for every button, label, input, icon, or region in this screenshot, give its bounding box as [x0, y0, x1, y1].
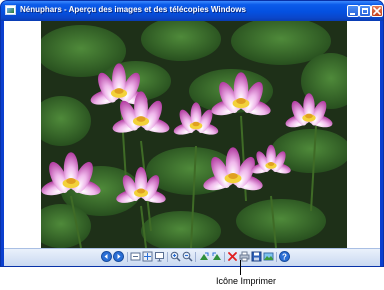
- app-icon: [5, 5, 16, 15]
- open-in-editor-button[interactable]: [263, 251, 274, 262]
- help-button[interactable]: ?: [279, 251, 290, 262]
- previous-image-button[interactable]: [101, 251, 112, 262]
- slideshow-button[interactable]: [154, 251, 165, 262]
- callout-line: [240, 260, 241, 275]
- next-image-button[interactable]: [113, 251, 124, 262]
- open-in-editor-icon: [263, 252, 274, 261]
- next-image-icon: [113, 251, 124, 262]
- toolbar-separator: [195, 252, 196, 262]
- best-fit-button[interactable]: [130, 251, 141, 262]
- close-icon: [373, 7, 381, 15]
- zoom-out-button[interactable]: [182, 251, 193, 262]
- actual-size-button[interactable]: [142, 251, 153, 262]
- minimize-button[interactable]: [347, 5, 359, 17]
- app-window: Nénuphars - Aperçu des images et des tél…: [0, 0, 384, 267]
- delete-icon: [228, 252, 237, 261]
- toolbar-separator: [276, 252, 277, 262]
- actual-size-icon: [142, 251, 153, 262]
- toolbar-separator: [167, 252, 168, 262]
- toolbar-separator: [224, 252, 225, 262]
- save-icon: [251, 251, 262, 262]
- zoom-in-button[interactable]: [170, 251, 181, 262]
- save-button[interactable]: [251, 251, 262, 262]
- maximize-button[interactable]: [359, 5, 371, 17]
- rotate-clockwise-button[interactable]: [199, 251, 210, 262]
- zoom-in-icon: [170, 251, 181, 262]
- previous-image-icon: [101, 251, 112, 262]
- help-icon: ?: [279, 251, 290, 262]
- maximize-icon: [362, 8, 368, 14]
- water-lilies-picture: [41, 21, 347, 248]
- svg-text:?: ?: [282, 253, 287, 262]
- close-button[interactable]: [371, 5, 383, 17]
- rotate-counterclockwise-icon: [212, 252, 221, 260]
- zoom-out-icon: [182, 251, 193, 262]
- viewer-area: ?: [4, 21, 380, 266]
- delete-button[interactable]: [227, 251, 238, 262]
- minimize-icon: [350, 13, 355, 15]
- photo-water-lilies: [41, 21, 347, 248]
- title-bar[interactable]: Nénuphars - Aperçu des images et des tél…: [1, 1, 383, 21]
- toolbar-separator: [127, 252, 128, 262]
- window-title: Nénuphars - Aperçu des images et des tél…: [20, 5, 246, 14]
- viewer-toolbar: ?: [4, 248, 380, 266]
- rotate-clockwise-icon: [200, 252, 209, 260]
- best-fit-icon: [130, 252, 141, 261]
- rotate-counterclockwise-button[interactable]: [211, 251, 222, 262]
- print-icon-caption: Icône Imprimer: [216, 276, 277, 286]
- slideshow-icon: [155, 252, 164, 262]
